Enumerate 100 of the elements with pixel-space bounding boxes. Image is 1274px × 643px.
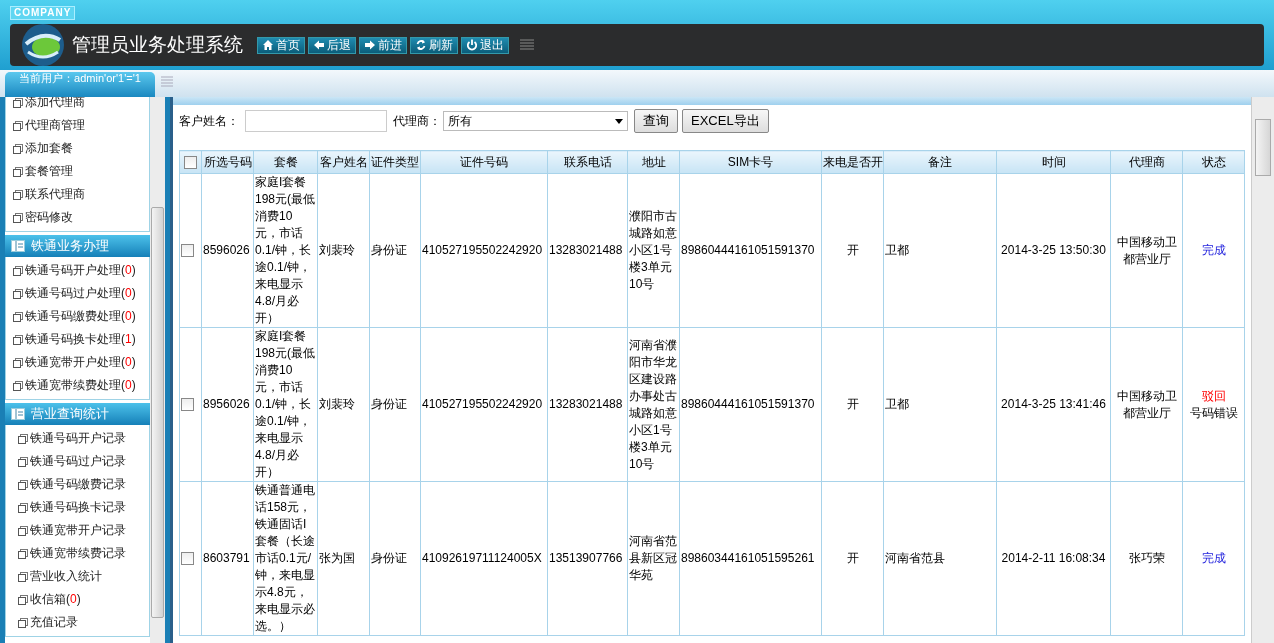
page-icon bbox=[13, 189, 23, 200]
menu-item[interactable]: 添加套餐 bbox=[6, 137, 149, 160]
export-button[interactable]: EXCEL导出 bbox=[682, 109, 769, 133]
menu-item[interactable]: 联系代理商 bbox=[6, 183, 149, 206]
column-header[interactable]: 地址 bbox=[627, 150, 680, 174]
page-icon bbox=[18, 456, 28, 467]
menu-item[interactable]: 铁通宽带开户处理(0) bbox=[6, 351, 149, 374]
column-header[interactable]: 证件号码 bbox=[420, 150, 548, 174]
menu-item[interactable]: 铁通号码缴费记录 bbox=[6, 473, 149, 496]
page-icon bbox=[13, 380, 23, 391]
page-icon bbox=[13, 357, 23, 368]
toolbar-button[interactable]: 前进 bbox=[359, 36, 407, 54]
remark-cell: 河南省范县 bbox=[883, 481, 997, 636]
column-header[interactable]: 套餐 bbox=[253, 150, 318, 174]
sim-cell: 89860344161051595261 bbox=[679, 481, 822, 636]
number-cell: 8956026 bbox=[201, 327, 254, 482]
page-icon bbox=[18, 433, 28, 444]
phone-cell: 13283021488 bbox=[547, 173, 628, 328]
select-all-checkbox[interactable] bbox=[184, 156, 197, 170]
name-cell: 刘裴玲 bbox=[317, 327, 370, 482]
menu-item[interactable]: 营业收入统计 bbox=[6, 565, 149, 588]
menu-item[interactable]: 铁通号码换卡记录 bbox=[6, 496, 149, 519]
page-icon bbox=[13, 265, 23, 276]
power-icon bbox=[466, 39, 478, 51]
row-checkbox[interactable] bbox=[181, 244, 194, 258]
plan-cell: 铁通普通电话158元，铁通固话I套餐（长途市话0.1元/钟，来电显示4.8元，来电显示必选。） bbox=[253, 481, 318, 636]
name-cell: 刘裴玲 bbox=[317, 173, 370, 328]
address-cell: 河南省濮阳市华龙区建设路办事处古城路如意小区1号楼3单元10号 bbox=[627, 327, 680, 482]
column-header[interactable]: 来电是否开 bbox=[821, 150, 884, 174]
id-number-cell: 410527195502242920 bbox=[420, 327, 548, 482]
field-label: 代理商： bbox=[393, 112, 441, 130]
status-label: 完成 bbox=[1200, 550, 1227, 567]
time-cell: 2014-3-25 13:41:46 bbox=[996, 327, 1111, 482]
agent-cell: 中国移动卫都营业厅 bbox=[1110, 327, 1183, 482]
toolbar-button[interactable]: 刷新 bbox=[410, 36, 458, 54]
scrollbar[interactable] bbox=[1251, 97, 1274, 643]
column-header[interactable]: SIM卡号 bbox=[679, 150, 822, 174]
app-title: 管理员业务处理系统 bbox=[72, 33, 243, 57]
menu-item[interactable]: 铁通宽带续费处理(0) bbox=[6, 374, 149, 397]
agent-dropdown[interactable]: 所有 bbox=[443, 111, 628, 131]
page-icon bbox=[13, 143, 23, 154]
field-label: 客户姓名： bbox=[179, 112, 239, 130]
toolbar-button[interactable]: 退出 bbox=[461, 36, 509, 54]
menu-item[interactable]: 铁通宽带开户记录 bbox=[6, 519, 149, 542]
plan-cell: 家庭I套餐198元(最低消费10元，市话0.1/钟，长途0.1/钟，来电显示4.8/月必开） bbox=[253, 173, 318, 328]
caller-id-cell: 开 bbox=[821, 481, 884, 636]
menu-item[interactable]: 铁通号码过户记录 bbox=[6, 450, 149, 473]
caret-icon bbox=[615, 118, 623, 124]
sim-cell: 89860444161051591370 bbox=[679, 173, 822, 328]
grip-icon bbox=[520, 38, 534, 52]
menu-item[interactable]: 铁通宽带续费记录 bbox=[6, 542, 149, 565]
caller-id-cell: 开 bbox=[821, 173, 884, 328]
query-button[interactable]: 查询 bbox=[634, 109, 678, 133]
remark-cell: 卫都 bbox=[883, 327, 997, 482]
refresh-icon bbox=[415, 39, 427, 51]
left-arrow-icon bbox=[313, 39, 325, 51]
remark-cell: 卫都 bbox=[883, 173, 997, 328]
grip-icon bbox=[161, 75, 173, 89]
menu-item[interactable]: 收信箱(0) bbox=[6, 588, 149, 611]
menu-item[interactable]: 代理商管理 bbox=[6, 114, 149, 137]
caller-id-cell: 开 bbox=[821, 327, 884, 482]
column-header[interactable]: 代理商 bbox=[1110, 150, 1183, 174]
phone-cell: 13283021488 bbox=[547, 327, 628, 482]
menu-item[interactable]: 充值记录 bbox=[6, 611, 149, 634]
toolbar-button[interactable]: 后退 bbox=[308, 36, 356, 54]
customer-name-field[interactable] bbox=[245, 110, 387, 132]
number-cell: 8596026 bbox=[201, 173, 254, 328]
menu-item[interactable]: 铁通号码缴费处理(0) bbox=[6, 305, 149, 328]
page-icon bbox=[13, 288, 23, 299]
page-icon bbox=[13, 311, 23, 322]
time-cell: 2014-3-25 13:50:30 bbox=[996, 173, 1111, 328]
home-icon bbox=[262, 39, 274, 51]
globe-logo-icon bbox=[20, 22, 66, 68]
column-header[interactable]: 证件类型 bbox=[369, 150, 421, 174]
time-cell: 2014-2-11 16:08:34 bbox=[996, 481, 1111, 636]
phone-cell: 13513907766 bbox=[547, 481, 628, 636]
collapse-handle[interactable] bbox=[165, 97, 173, 643]
column-header[interactable]: 联系电话 bbox=[547, 150, 628, 174]
page-icon bbox=[18, 548, 28, 559]
row-checkbox[interactable] bbox=[181, 398, 194, 412]
column-header[interactable]: 客户姓名 bbox=[317, 150, 370, 174]
menu-item[interactable]: 铁通号码开户记录 bbox=[6, 427, 149, 450]
column-header[interactable]: 备注 bbox=[883, 150, 997, 174]
menu-item[interactable]: 套餐管理 bbox=[6, 160, 149, 183]
column-header[interactable]: 时间 bbox=[996, 150, 1111, 174]
page-icon bbox=[13, 334, 23, 345]
menu-item[interactable]: 铁通号码换卡处理(1) bbox=[6, 328, 149, 351]
address-cell: 河南省范县新区冠华苑 bbox=[627, 481, 680, 636]
toolbar-button[interactable]: 首页 bbox=[257, 36, 305, 54]
menu-item[interactable]: 铁通号码过户处理(0) bbox=[6, 282, 149, 305]
status-note: 号码错误 bbox=[1188, 404, 1239, 422]
plan-cell: 家庭I套餐198元(最低消费10元，市话0.1/钟，长途0.1/钟，来电显示4.8/月必开） bbox=[253, 327, 318, 482]
menu-item[interactable]: 铁通号码开户处理(0) bbox=[6, 259, 149, 282]
scrollbar[interactable] bbox=[150, 97, 165, 643]
menu-item[interactable]: 密码修改 bbox=[6, 206, 149, 229]
row-checkbox[interactable] bbox=[181, 552, 194, 566]
sim-cell: 89860444161051591370 bbox=[679, 327, 822, 482]
status-label: 完成 bbox=[1200, 242, 1227, 259]
column-header[interactable]: 所选号码 bbox=[201, 150, 254, 174]
column-header[interactable]: 状态 bbox=[1182, 150, 1245, 174]
